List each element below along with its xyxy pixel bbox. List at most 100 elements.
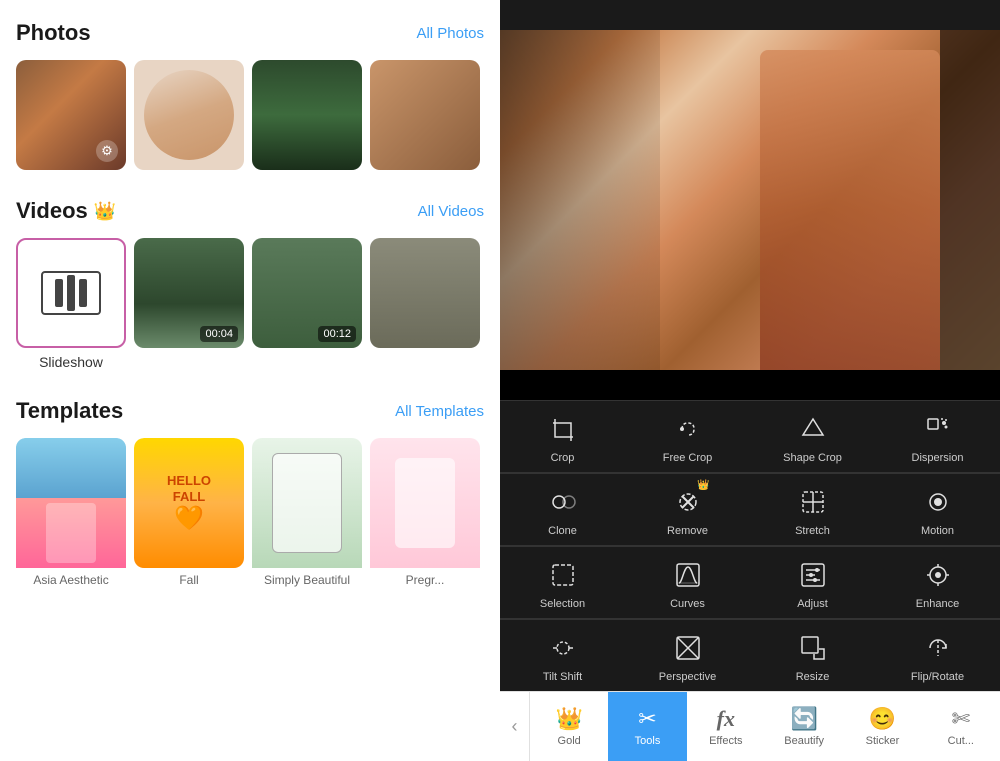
slideshow-icon	[41, 271, 101, 315]
tool-adjust[interactable]: Adjust	[750, 547, 875, 618]
template-simply[interactable]: Simply Beautiful	[252, 438, 362, 587]
slideshow-card[interactable]	[16, 238, 126, 348]
gold-label: Gold	[558, 735, 581, 747]
tool-stretch[interactable]: Stretch	[750, 474, 875, 545]
enhance-label: Enhance	[916, 598, 959, 610]
shape-crop-label: Shape Crop	[783, 452, 842, 464]
template-fall-img: HELLOFALL 🧡	[134, 438, 244, 568]
template-preg[interactable]: Pregr...	[370, 438, 480, 587]
nav-beautify[interactable]: 🔄 Beautify	[765, 692, 843, 761]
photo-icon-1: ⚙	[96, 140, 118, 162]
tools-row-3: Selection Curves Adjust Enhance	[500, 546, 1000, 618]
tools-icon: ✂	[638, 706, 656, 732]
tool-selection[interactable]: Selection	[500, 547, 625, 618]
tool-flip-rotate[interactable]: Flip/Rotate	[875, 620, 1000, 691]
tool-shape-crop[interactable]: Shape Crop	[750, 401, 875, 472]
adjust-icon	[795, 557, 831, 593]
selection-icon	[545, 557, 581, 593]
tool-crop[interactable]: Crop	[500, 401, 625, 472]
remove-crown-badge: 👑	[697, 480, 709, 491]
free-crop-icon	[670, 411, 706, 447]
photo-circle-2	[144, 70, 234, 160]
crop-label: Crop	[551, 452, 575, 464]
template-fall-label: Fall	[134, 573, 244, 587]
tools-row-4: Tilt Shift Perspective Resize Flip/Rotat…	[500, 619, 1000, 691]
videos-section-header: Videos 👑 All Videos	[16, 198, 484, 224]
tool-resize[interactable]: Resize	[750, 620, 875, 691]
sticker-label: Sticker	[866, 735, 900, 747]
beautify-label: Beautify	[784, 735, 824, 747]
tools-panel: Crop Free Crop Shape Crop Dispersion	[500, 400, 1000, 691]
free-crop-label: Free Crop	[663, 452, 713, 464]
bottom-nav: ‹ 👑 Gold ✂ Tools fx Effects 🔄 Beautify 😊…	[500, 691, 1000, 761]
template-preg-label: Pregr...	[370, 573, 480, 587]
templates-title: Templates	[16, 398, 123, 424]
video-thumb-2[interactable]: 00:12	[252, 238, 362, 348]
effects-icon: fx	[717, 706, 735, 732]
cut-icon: ✄	[952, 706, 970, 732]
remove-icon-wrap: 👑	[670, 484, 706, 520]
nav-tools[interactable]: ✂ Tools	[608, 692, 686, 761]
template-fall[interactable]: HELLOFALL 🧡 Fall	[134, 438, 244, 587]
template-simply-label: Simply Beautiful	[252, 573, 362, 587]
tool-tilt-shift[interactable]: Tilt Shift	[500, 620, 625, 691]
canvas-dark-top	[500, 0, 1000, 30]
tool-remove[interactable]: 👑 Remove	[625, 474, 750, 545]
perspective-label: Perspective	[659, 671, 716, 683]
left-panel: Photos All Photos ⚙ Videos 👑 All Videos	[0, 0, 500, 761]
flip-rotate-label: Flip/Rotate	[911, 671, 964, 683]
photo-thumb-1[interactable]: ⚙	[16, 60, 126, 170]
templates-section-header: Templates All Templates	[16, 398, 484, 424]
nav-gold[interactable]: 👑 Gold	[530, 692, 608, 761]
tilt-shift-label: Tilt Shift	[543, 671, 582, 683]
tool-motion[interactable]: Motion	[875, 474, 1000, 545]
video-thumb-3[interactable]	[370, 238, 480, 348]
photo-thumb-3[interactable]	[252, 60, 362, 170]
template-asia-img	[16, 438, 126, 568]
rock-bg	[500, 30, 1000, 370]
tools-row-1: Crop Free Crop Shape Crop Dispersion	[500, 400, 1000, 472]
slideshow-label: Slideshow	[39, 354, 103, 370]
adjust-label: Adjust	[797, 598, 828, 610]
nav-cut[interactable]: ✄ Cut...	[922, 692, 1000, 761]
tilt-shift-icon	[545, 630, 581, 666]
nav-effects[interactable]: fx Effects	[687, 692, 765, 761]
templates-row: Asia Aesthetic HELLOFALL 🧡 Fall Simply B…	[16, 438, 484, 587]
videos-title: Videos 👑	[16, 198, 116, 224]
dispersion-icon	[920, 411, 956, 447]
beautify-icon: 🔄	[790, 706, 817, 732]
selection-label: Selection	[540, 598, 585, 610]
remove-label: Remove	[667, 525, 708, 537]
effects-label: Effects	[709, 735, 742, 747]
video-thumb-1[interactable]: 00:04	[134, 238, 244, 348]
all-photos-link[interactable]: All Photos	[416, 25, 484, 42]
tool-free-crop[interactable]: Free Crop	[625, 401, 750, 472]
slideshow-item[interactable]: Slideshow	[16, 238, 126, 370]
template-asia[interactable]: Asia Aesthetic	[16, 438, 126, 587]
template-asia-label: Asia Aesthetic	[16, 573, 126, 587]
tool-clone[interactable]: Clone	[500, 474, 625, 545]
photo-thumb-2[interactable]	[134, 60, 244, 170]
all-templates-link[interactable]: All Templates	[395, 403, 484, 420]
tool-enhance[interactable]: Enhance	[875, 547, 1000, 618]
back-button[interactable]: ‹	[500, 692, 530, 761]
video-duration-2: 00:12	[318, 326, 356, 342]
videos-crown-icon: 👑	[94, 201, 116, 222]
videos-row: Slideshow 00:04 00:12	[16, 238, 484, 370]
motion-label: Motion	[921, 525, 954, 537]
photo-thumb-4[interactable]	[370, 60, 480, 170]
curves-icon	[670, 557, 706, 593]
tool-curves[interactable]: Curves	[625, 547, 750, 618]
all-videos-link[interactable]: All Videos	[418, 203, 484, 220]
crop-icon	[545, 411, 581, 447]
tools-row-2: Clone 👑 Remove Stretch	[500, 473, 1000, 545]
tool-dispersion[interactable]: Dispersion	[875, 401, 1000, 472]
photo-canvas	[500, 0, 1000, 400]
tool-perspective[interactable]: Perspective	[625, 620, 750, 691]
resize-label: Resize	[796, 671, 830, 683]
clone-label: Clone	[548, 525, 577, 537]
template-preg-img	[370, 438, 480, 568]
cut-label: Cut...	[948, 735, 974, 747]
sticker-icon: 😊	[869, 706, 896, 732]
nav-sticker[interactable]: 😊 Sticker	[843, 692, 921, 761]
